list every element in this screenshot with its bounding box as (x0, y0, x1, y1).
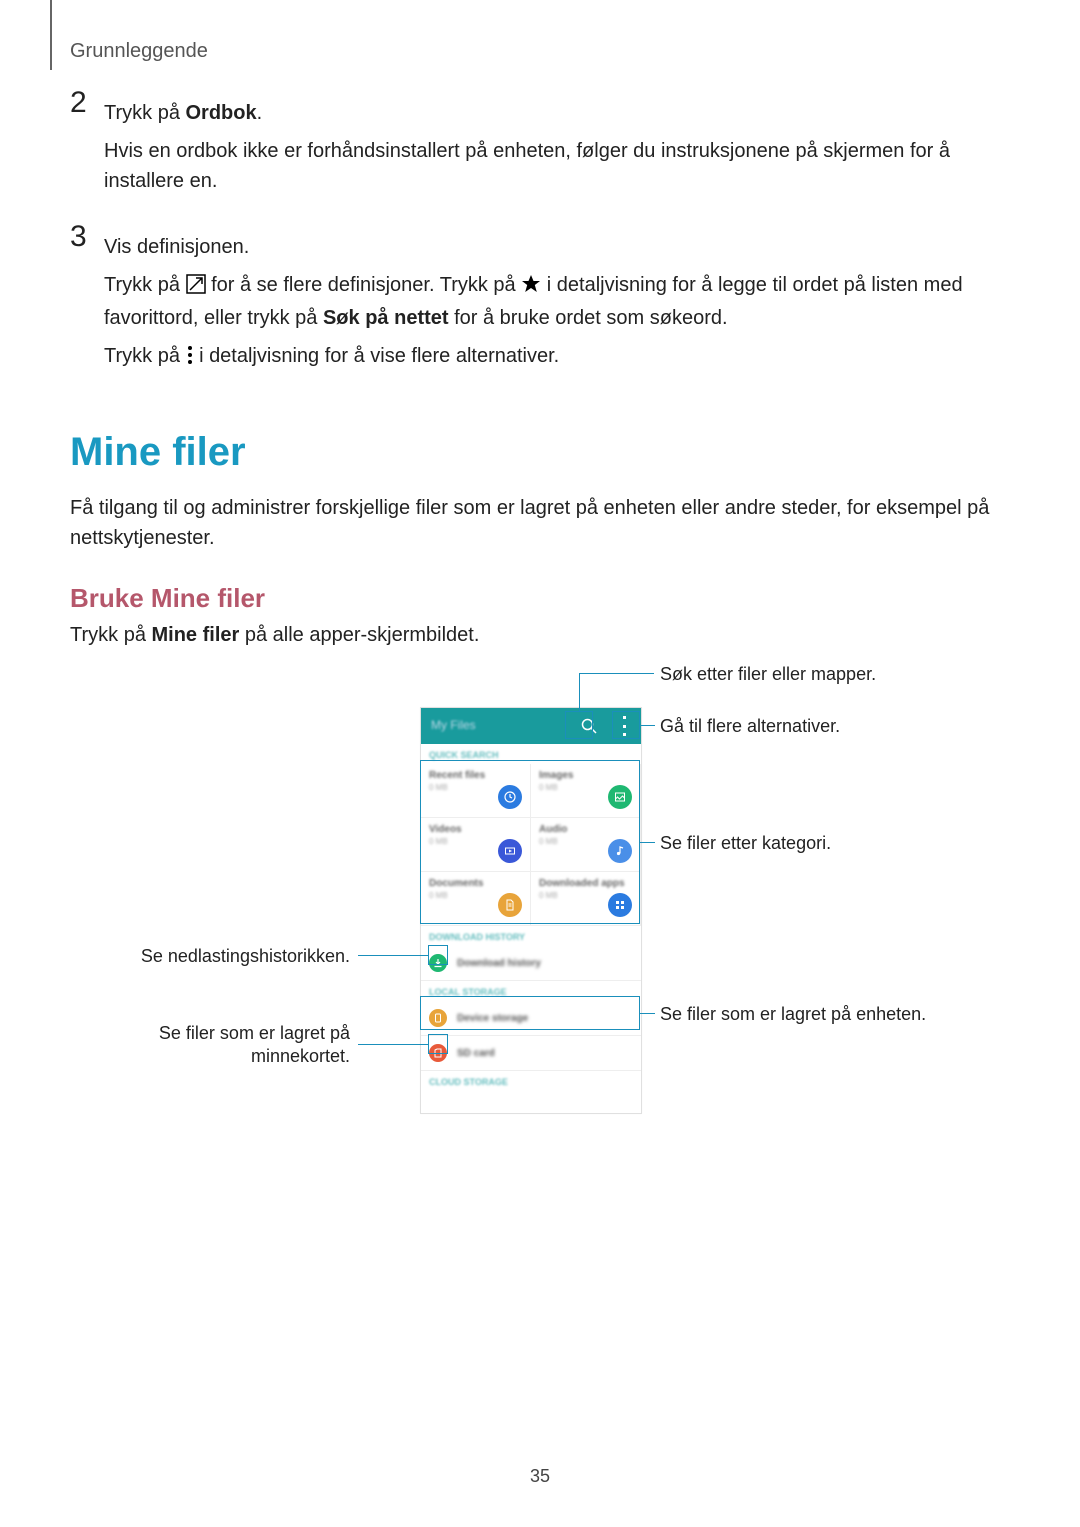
highlight-download-icon (428, 945, 448, 965)
callout-device-right: Se filer som er lagret på enheten. (660, 1003, 926, 1026)
more-dots-icon (186, 344, 194, 374)
highlight-categories (420, 760, 640, 924)
step-2: 2 Trykk på Ordbok. Hvis en ordbok ikke e… (70, 90, 1010, 204)
breadcrumb: Grunnleggende (70, 40, 208, 63)
step-2-line-2: Hvis en ordbok ikke er forhåndsinstaller… (104, 136, 1010, 196)
step-2-line-1: Trykk på Ordbok. (104, 98, 1010, 128)
callout-category: Se filer etter kategori. (660, 832, 831, 855)
callout-downloads: Se nedlastingshistorikken. (90, 945, 350, 968)
subheading-bruke: Bruke Mine filer (70, 583, 1010, 614)
callout-more: Gå til flere alternativer. (660, 715, 840, 738)
app-title: My Files (431, 718, 476, 732)
page-number: 35 (530, 1466, 550, 1487)
sec-download-history: DOWNLOAD HISTORY (421, 926, 641, 946)
step-3-line-1: Vis definisjonen. (104, 232, 1010, 262)
highlight-sdcard-icon (428, 1034, 448, 1054)
figure-my-files: My Files QUICK SEARCH Recent files0 MB I… (70, 667, 1010, 1137)
step-3-line-2: Trykk på for å se flere definisjoner. Tr… (104, 270, 1010, 333)
step-3-line-3: Trykk på i detaljvisning for å vise fler… (104, 341, 1010, 374)
star-icon (521, 273, 541, 303)
intro-text: Få tilgang til og administrer forskjelli… (70, 493, 1010, 553)
callout-sdcard: Se filer som er lagret på minnekortet. (90, 1022, 350, 1069)
expand-icon (186, 273, 206, 303)
heading-mine-filer: Mine filer (70, 430, 1010, 475)
highlight-more (612, 711, 640, 739)
step-3: 3 Vis definisjonen. Trykk på for å se fl… (70, 224, 1010, 382)
step-number: 2 (70, 88, 104, 118)
sec-cloud-storage: CLOUD STORAGE (421, 1071, 641, 1091)
row-download-history[interactable]: Download history (421, 946, 641, 981)
step-number: 3 (70, 222, 104, 252)
intro2: Trykk på Mine filer på alle apper-skjerm… (70, 624, 1010, 647)
row-sd-card[interactable]: SD card (421, 1036, 641, 1071)
callout-search: Søk etter filer eller mapper. (660, 663, 876, 686)
highlight-search (565, 711, 593, 739)
highlight-device-storage (420, 996, 640, 1030)
